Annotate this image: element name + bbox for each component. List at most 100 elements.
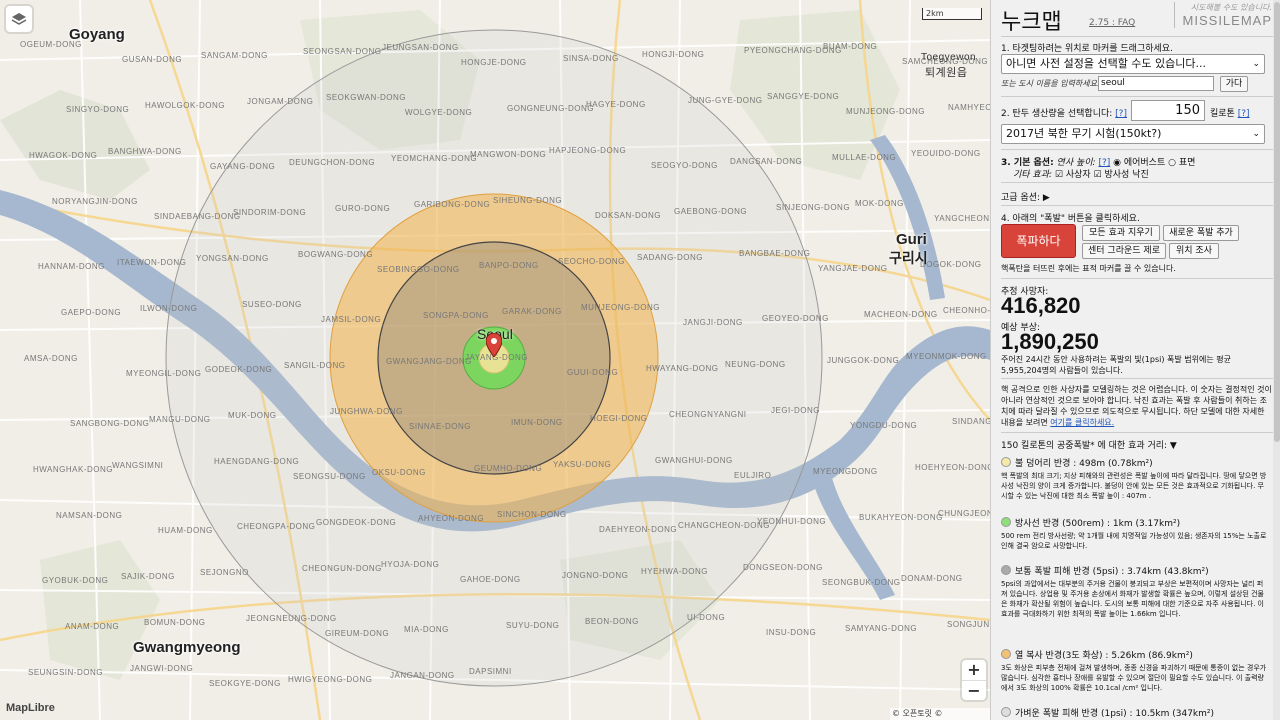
district-label: BOGWANG-DONG [298, 250, 374, 259]
casualties-checkbox[interactable]: ☑ 사상자 [1055, 170, 1091, 180]
pin-marker-icon[interactable] [485, 332, 503, 361]
layers-button[interactable] [6, 6, 32, 32]
district-label: GUSAN-DONG [122, 55, 183, 64]
effect-description: 500 rem 전리 방사선량; 약 1개월 내에 치명적일 가능성이 있음; … [1001, 532, 1267, 550]
center-ground-zero-button[interactable]: 센터 그라운드 제로 [1082, 243, 1166, 259]
district-label: SEUNGSIN-DONG [28, 668, 103, 677]
yield-unit-text: 킬로톤 [1210, 109, 1235, 119]
weapon-select[interactable]: 2017년 북한 무기 시험(150kt?) ⌄ [1001, 124, 1265, 144]
app-title: 누크맵 [1001, 10, 1062, 35]
zoom-out-button[interactable]: − [962, 680, 986, 700]
district-label: YAKSU-DONG [553, 460, 612, 469]
effect-title: 가벼운 폭발 피해 반경 (1psi) : 10.5km (347km²) [1001, 706, 1267, 719]
district-label: MANGU-DONG [149, 415, 211, 424]
district-label: ILWON-DONG [140, 304, 198, 313]
district-label: ANAM-DONG [65, 622, 120, 631]
panel-scrollbar[interactable] [1273, 0, 1280, 720]
district-label: MUNJEONG-DONG [581, 303, 660, 312]
district-label: GAEPO-DONG [61, 308, 122, 317]
district-label: HAGYE-DONG [586, 100, 646, 109]
district-label: YEOUIDO-DONG [911, 149, 981, 158]
map-view[interactable]: OGEUM-DONG GUSAN-DONG SANGAM-DONG SEONGSAN-… [0, 0, 990, 720]
district-label: JONGAM-DONG [247, 97, 314, 106]
city-input[interactable]: seoul [1098, 76, 1214, 91]
preset-select-value: 아니면 사전 설정을 선택할 수도 있습니다... [1006, 57, 1207, 70]
go-button[interactable]: 가다 [1220, 76, 1248, 92]
district-label: SANGBONG-DONG [70, 419, 150, 428]
district-label: HYOJA-DONG [381, 560, 440, 569]
chevron-down-icon: ⌄ [1252, 59, 1260, 69]
map-attribution[interactable]: © 오픈토릿 © OpenStreetMap [890, 708, 990, 720]
yield-unit: 킬로톤 [?] [1210, 106, 1270, 119]
district-label: YANGCHEON-GU [934, 214, 990, 223]
effect-title-text: 열 복사 반경(3도 화상) : 5.26km (86.9km²) [1015, 651, 1193, 661]
district-label: YEONHUI-DONG [757, 517, 827, 526]
district-label: JANGAN-DONG [390, 671, 455, 680]
chevron-down-icon: ⌄ [1252, 129, 1260, 139]
district-label: GEUMHO-DONG [474, 464, 543, 473]
missilemap-slogan: 시도해볼 수도 있습니다. [1190, 3, 1272, 12]
district-label: YEOMCHANG-DONG [391, 154, 478, 163]
district-label: JONGNO-DONG [562, 571, 629, 580]
preset-select[interactable]: 아니면 사전 설정을 선택할 수도 있습니다... ⌄ [1001, 54, 1265, 74]
district-label: HOEGI-DONG [590, 414, 648, 423]
missilemap-link[interactable]: 시도해볼 수도 있습니다. MISSILEMAP [1173, 2, 1272, 28]
modeling-note-text: 핵 공격으로 인한 사상자를 모델링하는 것은 어렵습니다. 이 숫자는 결정적… [1001, 385, 1272, 427]
district-label: JEUNGSAN-DONG [382, 43, 459, 52]
district-label: HAWOLGOK-DONG [145, 101, 225, 110]
control-panel: 누크맵 2.75 : FAQ 시도해볼 수도 있습니다. MISSILEMAP … [990, 0, 1280, 720]
step4-label: 4. 아래의 "폭발" 버튼을 클릭하세요. [1001, 214, 1140, 224]
district-label: NEUNG-DONG [725, 360, 786, 369]
district-label: AHYEON-DONG [418, 514, 484, 523]
effect-title: 보통 폭발 피해 반경 (5psi) : 3.74km (43.8km²) [1001, 564, 1267, 577]
yield-unit-help-link[interactable]: [?] [1238, 109, 1250, 119]
district-label: JUNGHWA-DONG [330, 407, 403, 416]
district-label: GAYANG-DONG [210, 162, 276, 171]
step2-help-link[interactable]: [?] [1115, 109, 1127, 119]
district-label: GAHOE-DONG [460, 575, 521, 584]
district-label: GARIBONG-DONG [414, 200, 491, 209]
district-label: NAMHYEON-DONG [948, 103, 990, 112]
district-label: HYEHWA-DONG [641, 567, 708, 576]
district-label: SINDANG-DONG [952, 417, 990, 426]
city-label-toegyewon-ko: 퇴계원읍 [925, 67, 968, 79]
effects-header[interactable]: 150 킬로톤의 공중폭발* 에 대한 효과 거리: ▼ [1001, 438, 1273, 451]
district-label: MUK-DONG [228, 411, 277, 420]
district-label: MANGWON-DONG [470, 150, 547, 159]
zoom-control: + − [962, 660, 986, 700]
district-label: BANPO-DONG [479, 261, 539, 270]
district-label: SAJIK-DONG [121, 572, 175, 581]
district-label: JUNG-GYE-DONG [688, 96, 763, 105]
district-label: HANNAM-DONG [38, 262, 105, 271]
district-label: CHEONGPA-DONG [237, 522, 316, 531]
district-label: CHEONGUN-DONG [302, 564, 382, 573]
other-effects-label: 기타 효과: [1013, 170, 1053, 180]
modeling-link[interactable]: 여기를 클릭하세요. [1050, 418, 1114, 427]
zoom-in-button[interactable]: + [962, 660, 986, 680]
effect-title-text: 보통 폭발 피해 반경 (5psi) : 3.74km (43.8km²) [1015, 567, 1209, 577]
probe-location-button[interactable]: 위치 조사 [1169, 243, 1219, 259]
district-label: SEONGSAN-DONG [303, 47, 382, 56]
district-label: GUUI-DONG [567, 368, 619, 377]
effect-item: 불 덩어리 반경 : 498m (0.78km²) 핵 폭발의 최대 크기; 지상… [1001, 456, 1267, 501]
district-label: JAMSIL-DONG [321, 315, 382, 324]
district-label: SEJONGNO [200, 568, 249, 577]
detonate-button[interactable]: 폭파하다 [1001, 224, 1076, 258]
step2-text: 2. 탄두 생산량을 선택합니다: [1001, 109, 1113, 119]
yield-input[interactable]: 150 [1131, 100, 1205, 121]
district-label: DONAM-DONG [901, 574, 963, 583]
district-label: AMSA-DONG [24, 354, 78, 363]
add-detonation-button[interactable]: 새로운 폭발 추가 [1163, 225, 1239, 241]
fallout-checkbox[interactable]: ☑ 방사성 낙진 [1094, 170, 1149, 180]
district-label: SAMYANG-DONG [845, 624, 918, 633]
maplibre-logo[interactable]: MapLibre [6, 702, 55, 714]
district-label: HOEHYEON-DONG [915, 463, 990, 472]
district-label: MYEONGIL-DONG [126, 369, 202, 378]
district-label: DEUNGCHON-DONG [289, 158, 376, 167]
district-label: SONGPA-DONG [423, 311, 489, 320]
fatalities-value: 416,820 [1001, 293, 1081, 318]
advanced-options-toggle[interactable]: 고급 옵션: ▶ [1001, 190, 1273, 203]
clear-effects-button[interactable]: 모든 효과 지우기 [1082, 225, 1160, 241]
district-label: SEOBINGGO-DONG [377, 265, 460, 274]
version-faq-link[interactable]: 2.75 : FAQ [1089, 18, 1135, 28]
